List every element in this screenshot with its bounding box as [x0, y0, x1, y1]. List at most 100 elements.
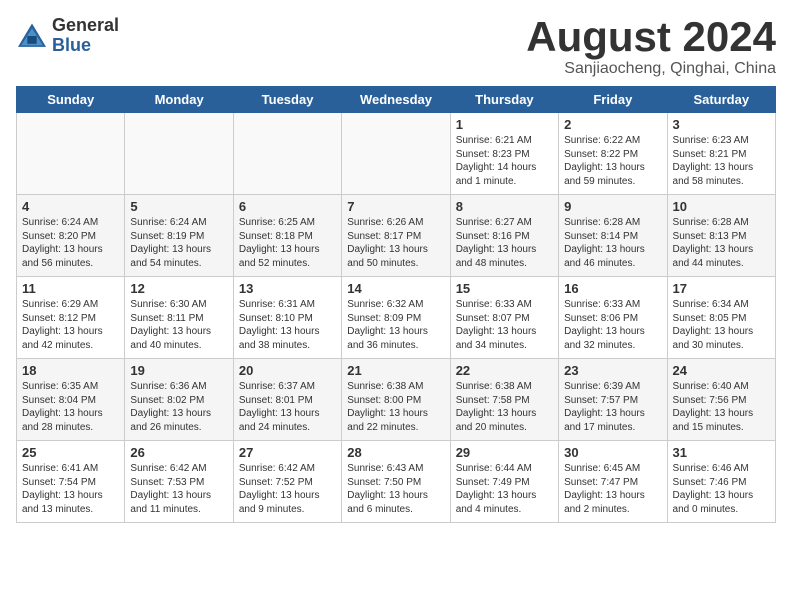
- week-row-5: 25 Sunrise: 6:41 AM Sunset: 7:54 PM Dayli…: [17, 441, 776, 523]
- day-info: Sunrise: 6:24 AM Sunset: 8:19 PM Dayligh…: [130, 216, 227, 270]
- day-info: Sunrise: 6:27 AM Sunset: 8:16 PM Dayligh…: [456, 216, 553, 270]
- day-number: 30: [564, 445, 661, 460]
- day-number: 13: [239, 281, 336, 296]
- calendar-cell: 1Sunrise: 6:21 AM Sunset: 8:23 PM Daylig…: [450, 113, 558, 195]
- calendar-cell: 24 Sunrise: 6:40 AM Sunset: 7:56 PM Dayli…: [667, 359, 775, 441]
- day-number: 11: [22, 281, 119, 296]
- calendar-cell: 23 Sunrise: 6:39 AM Sunset: 7:57 PM Dayli…: [559, 359, 667, 441]
- day-number: 10: [673, 199, 770, 214]
- calendar-cell: 13 Sunrise: 6:31 AM Sunset: 8:10 PM Dayli…: [233, 277, 341, 359]
- calendar-cell: 27Sunrise: 6:42 AM Sunset: 7:52 PM Dayli…: [233, 441, 341, 523]
- calendar-cell: 18 Sunrise: 6:35 AM Sunset: 8:04 PM Dayli…: [17, 359, 125, 441]
- calendar-cell: 12 Sunrise: 6:30 AM Sunset: 8:11 PM Dayli…: [125, 277, 233, 359]
- day-info: Sunrise: 6:40 AM Sunset: 7:56 PM Dayligh…: [673, 380, 770, 434]
- calendar-cell: 26 Sunrise: 6:42 AM Sunset: 7:53 PM Dayli…: [125, 441, 233, 523]
- calendar-cell: 20 Sunrise: 6:37 AM Sunset: 8:01 PM Dayli…: [233, 359, 341, 441]
- day-info: Sunrise: 6:36 AM Sunset: 8:02 PM Dayligh…: [130, 380, 227, 434]
- calendar-cell: 8 Sunrise: 6:27 AM Sunset: 8:16 PM Daylig…: [450, 195, 558, 277]
- day-number: 5: [130, 199, 227, 214]
- day-number: 6: [239, 199, 336, 214]
- day-number: 1: [456, 117, 553, 132]
- day-number: 23: [564, 363, 661, 378]
- day-number: 8: [456, 199, 553, 214]
- calendar-cell: 4Sunrise: 6:24 AM Sunset: 8:20 PM Daylig…: [17, 195, 125, 277]
- day-info: Sunrise: 6:22 AM Sunset: 8:22 PM Dayligh…: [564, 134, 661, 188]
- day-info: Sunrise: 6:25 AM Sunset: 8:18 PM Dayligh…: [239, 216, 336, 270]
- day-number: 26: [130, 445, 227, 460]
- calendar-cell: 10 Sunrise: 6:28 AM Sunset: 8:13 PM Dayli…: [667, 195, 775, 277]
- header: General Blue August 2024 Sanjiaocheng, Q…: [16, 16, 776, 78]
- day-number: 25: [22, 445, 119, 460]
- day-number: 31: [673, 445, 770, 460]
- calendar-cell: 21Sunrise: 6:38 AM Sunset: 8:00 PM Dayli…: [342, 359, 450, 441]
- week-row-4: 18 Sunrise: 6:35 AM Sunset: 8:04 PM Dayli…: [17, 359, 776, 441]
- day-info: Sunrise: 6:35 AM Sunset: 8:04 PM Dayligh…: [22, 380, 119, 434]
- day-header-wednesday: Wednesday: [342, 87, 450, 113]
- day-number: 18: [22, 363, 119, 378]
- day-info: Sunrise: 6:41 AM Sunset: 7:54 PM Dayligh…: [22, 462, 119, 516]
- day-header-sunday: Sunday: [17, 87, 125, 113]
- day-header-saturday: Saturday: [667, 87, 775, 113]
- day-info: Sunrise: 6:33 AM Sunset: 8:06 PM Dayligh…: [564, 298, 661, 352]
- day-info: Sunrise: 6:37 AM Sunset: 8:01 PM Dayligh…: [239, 380, 336, 434]
- calendar-cell: 6 Sunrise: 6:25 AM Sunset: 8:18 PM Daylig…: [233, 195, 341, 277]
- calendar-cell: 15 Sunrise: 6:33 AM Sunset: 8:07 PM Dayli…: [450, 277, 558, 359]
- day-info: Sunrise: 6:24 AM Sunset: 8:20 PM Dayligh…: [22, 216, 119, 270]
- calendar-cell: 2 Sunrise: 6:22 AM Sunset: 8:22 PM Daylig…: [559, 113, 667, 195]
- day-number: 20: [239, 363, 336, 378]
- calendar-cell: 29Sunrise: 6:44 AM Sunset: 7:49 PM Dayli…: [450, 441, 558, 523]
- logo-general-text: General: [52, 16, 119, 36]
- calendar-cell: 25 Sunrise: 6:41 AM Sunset: 7:54 PM Dayli…: [17, 441, 125, 523]
- week-row-3: 11 Sunrise: 6:29 AM Sunset: 8:12 PM Dayli…: [17, 277, 776, 359]
- day-number: 9: [564, 199, 661, 214]
- calendar-cell: 30 Sunrise: 6:45 AM Sunset: 7:47 PM Dayli…: [559, 441, 667, 523]
- day-number: 16: [564, 281, 661, 296]
- calendar-cell: 5 Sunrise: 6:24 AM Sunset: 8:19 PM Daylig…: [125, 195, 233, 277]
- calendar-cell: [17, 113, 125, 195]
- day-number: 2: [564, 117, 661, 132]
- day-info: Sunrise: 6:26 AM Sunset: 8:17 PM Dayligh…: [347, 216, 444, 270]
- day-info: Sunrise: 6:42 AM Sunset: 7:53 PM Dayligh…: [130, 462, 227, 516]
- day-info: Sunrise: 6:31 AM Sunset: 8:10 PM Dayligh…: [239, 298, 336, 352]
- logo: General Blue: [16, 16, 119, 56]
- calendar-cell: 14Sunrise: 6:32 AM Sunset: 8:09 PM Dayli…: [342, 277, 450, 359]
- logo-icon: [16, 22, 48, 50]
- day-info: Sunrise: 6:38 AM Sunset: 7:58 PM Dayligh…: [456, 380, 553, 434]
- day-info: Sunrise: 6:33 AM Sunset: 8:07 PM Dayligh…: [456, 298, 553, 352]
- calendar-cell: 7 Sunrise: 6:26 AM Sunset: 8:17 PM Daylig…: [342, 195, 450, 277]
- day-number: 12: [130, 281, 227, 296]
- day-info: Sunrise: 6:28 AM Sunset: 8:14 PM Dayligh…: [564, 216, 661, 270]
- day-number: 17: [673, 281, 770, 296]
- days-header-row: SundayMondayTuesdayWednesdayThursdayFrid…: [17, 87, 776, 113]
- day-info: Sunrise: 6:23 AM Sunset: 8:21 PM Dayligh…: [673, 134, 770, 188]
- calendar-cell: 3Sunrise: 6:23 AM Sunset: 8:21 PM Daylig…: [667, 113, 775, 195]
- calendar-cell: 16 Sunrise: 6:33 AM Sunset: 8:06 PM Dayli…: [559, 277, 667, 359]
- week-row-2: 4Sunrise: 6:24 AM Sunset: 8:20 PM Daylig…: [17, 195, 776, 277]
- day-info: Sunrise: 6:30 AM Sunset: 8:11 PM Dayligh…: [130, 298, 227, 352]
- calendar-cell: 22 Sunrise: 6:38 AM Sunset: 7:58 PM Dayli…: [450, 359, 558, 441]
- calendar-cell: 19 Sunrise: 6:36 AM Sunset: 8:02 PM Dayli…: [125, 359, 233, 441]
- calendar-cell: 31Sunrise: 6:46 AM Sunset: 7:46 PM Dayli…: [667, 441, 775, 523]
- day-info: Sunrise: 6:42 AM Sunset: 7:52 PM Dayligh…: [239, 462, 336, 516]
- day-number: 24: [673, 363, 770, 378]
- week-row-1: 1Sunrise: 6:21 AM Sunset: 8:23 PM Daylig…: [17, 113, 776, 195]
- day-number: 7: [347, 199, 444, 214]
- day-info: Sunrise: 6:28 AM Sunset: 8:13 PM Dayligh…: [673, 216, 770, 270]
- day-header-thursday: Thursday: [450, 87, 558, 113]
- day-number: 14: [347, 281, 444, 296]
- day-number: 19: [130, 363, 227, 378]
- day-info: Sunrise: 6:45 AM Sunset: 7:47 PM Dayligh…: [564, 462, 661, 516]
- day-number: 29: [456, 445, 553, 460]
- day-number: 28: [347, 445, 444, 460]
- day-number: 15: [456, 281, 553, 296]
- logo-text: General Blue: [52, 16, 119, 56]
- day-info: Sunrise: 6:39 AM Sunset: 7:57 PM Dayligh…: [564, 380, 661, 434]
- day-info: Sunrise: 6:29 AM Sunset: 8:12 PM Dayligh…: [22, 298, 119, 352]
- calendar-table: SundayMondayTuesdayWednesdayThursdayFrid…: [16, 86, 776, 523]
- day-number: 22: [456, 363, 553, 378]
- location-subtitle: Sanjiaocheng, Qinghai, China: [526, 60, 776, 78]
- calendar-cell: [125, 113, 233, 195]
- calendar-cell: [342, 113, 450, 195]
- title-area: August 2024 Sanjiaocheng, Qinghai, China: [526, 16, 776, 78]
- month-title: August 2024: [526, 16, 776, 58]
